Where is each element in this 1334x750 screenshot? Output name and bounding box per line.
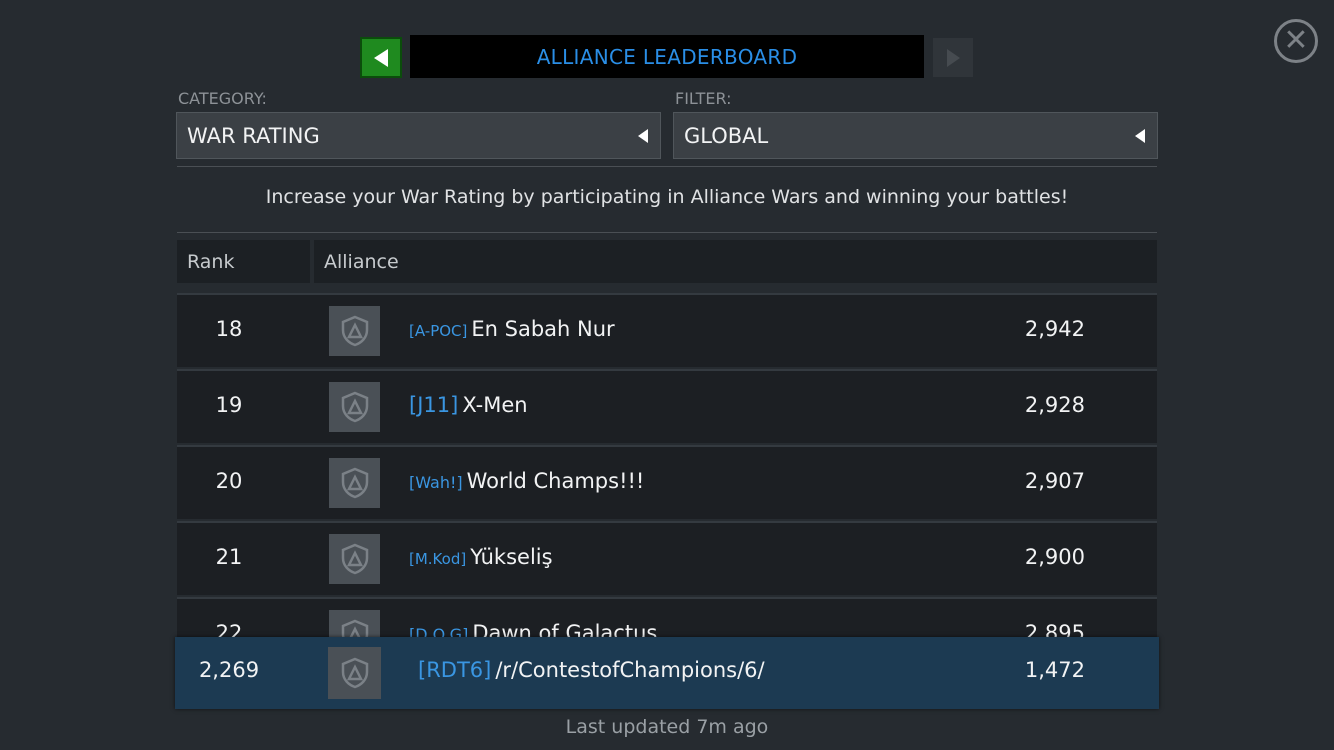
table-row[interactable]: 18 [A-POC] En Sabah Nur 2,942 [177, 293, 1157, 367]
row-score: 2,928 [1024, 393, 1085, 417]
alliance-name: Dawn of Galactus [472, 621, 658, 637]
row-alliance: [Wah!] World Champs!!! [409, 469, 644, 493]
table-row[interactable]: 22 [D.O.G] Dawn of Galactus 2,895 [177, 597, 1157, 637]
row-score: 2,942 [1024, 317, 1085, 341]
alliance-name: Yükseliş [470, 545, 553, 569]
column-header-rank[interactable]: Rank [177, 240, 310, 283]
alliance-name: World Champs!!! [466, 469, 645, 493]
alliance-tag: [D.O.G] [409, 625, 469, 637]
alliance-name: En Sabah Nur [471, 317, 615, 341]
alliance-tag: [M.Kod] [409, 550, 467, 568]
dropdown-arrow-icon [1135, 129, 1145, 143]
row-rank: 19 [215, 393, 243, 417]
prev-leaderboard-button[interactable] [360, 37, 402, 78]
row-rank: 18 [215, 317, 243, 341]
my-alliance-score: 1,472 [1024, 658, 1085, 682]
row-alliance: [M.Kod] Yükseliş [409, 545, 553, 569]
divider [177, 166, 1157, 167]
divider [177, 232, 1157, 233]
alliance-shield-icon [329, 306, 380, 356]
table-row[interactable]: 20 [Wah!] World Champs!!! 2,907 [177, 445, 1157, 519]
close-button[interactable]: ✕ [1274, 19, 1318, 63]
filter-dropdown[interactable]: GLOBAL [673, 112, 1158, 159]
category-dropdown[interactable]: WAR RATING [176, 112, 661, 159]
alliance-shield-icon [329, 382, 380, 432]
alliance-name: X-Men [462, 393, 528, 417]
last-updated-text: Last updated 7m ago [565, 716, 769, 738]
triangle-left-icon [374, 48, 388, 67]
close-x-icon: ✕ [1283, 23, 1309, 58]
table-row[interactable]: 21 [M.Kod] Yükseliş 2,900 [177, 521, 1157, 595]
triangle-right-icon [946, 48, 960, 67]
leaderboard-list[interactable]: 18 [A-POC] En Sabah Nur 2,942 19 [J11] X-M… [177, 288, 1157, 637]
row-alliance: [D.O.G] Dawn of Galactus [409, 621, 657, 637]
dropdown-arrow-icon [638, 129, 648, 143]
row-score: 2,900 [1024, 545, 1085, 569]
my-alliance-row[interactable]: 2,269 [RDT6]/r/ContestofChampions/6/ 1,4… [175, 637, 1159, 709]
my-alliance-rank: 2,269 [198, 658, 260, 682]
table-row[interactable]: 19 [J11] X-Men 2,928 [177, 369, 1157, 443]
alliance-shield-icon [329, 534, 380, 584]
next-leaderboard-button[interactable] [933, 38, 973, 77]
row-alliance: [J11] X-Men [409, 393, 528, 417]
category-value: WAR RATING [187, 123, 320, 148]
category-description: Increase your War Rating by participatin… [265, 186, 1069, 208]
filter-value: GLOBAL [684, 123, 769, 148]
alliance-shield-icon [329, 458, 380, 508]
alliance-shield-icon [328, 647, 381, 699]
row-rank: 21 [215, 545, 243, 569]
alliance-tag: [J11] [409, 393, 459, 417]
row-score: 2,907 [1024, 469, 1085, 493]
row-rank: 22 [215, 621, 243, 637]
alliance-tag: [RDT6] [418, 658, 492, 682]
alliance-name: /r/ContestofChampions/6/ [495, 658, 765, 682]
alliance-shield-icon [329, 610, 380, 637]
filter-label: FILTER: [675, 89, 732, 108]
leaderboard-title: ALLIANCE LEADERBOARD [410, 35, 924, 78]
row-score: 2,895 [1024, 621, 1085, 637]
alliance-tag: [Wah!] [409, 473, 463, 492]
column-header-alliance[interactable]: Alliance [314, 240, 1157, 283]
row-alliance: [A-POC] En Sabah Nur [409, 317, 615, 341]
category-label: CATEGORY: [178, 89, 267, 108]
alliance-tag: [A-POC] [409, 322, 468, 340]
row-rank: 20 [215, 469, 243, 493]
my-alliance-name-group: [RDT6]/r/ContestofChampions/6/ [418, 658, 765, 682]
